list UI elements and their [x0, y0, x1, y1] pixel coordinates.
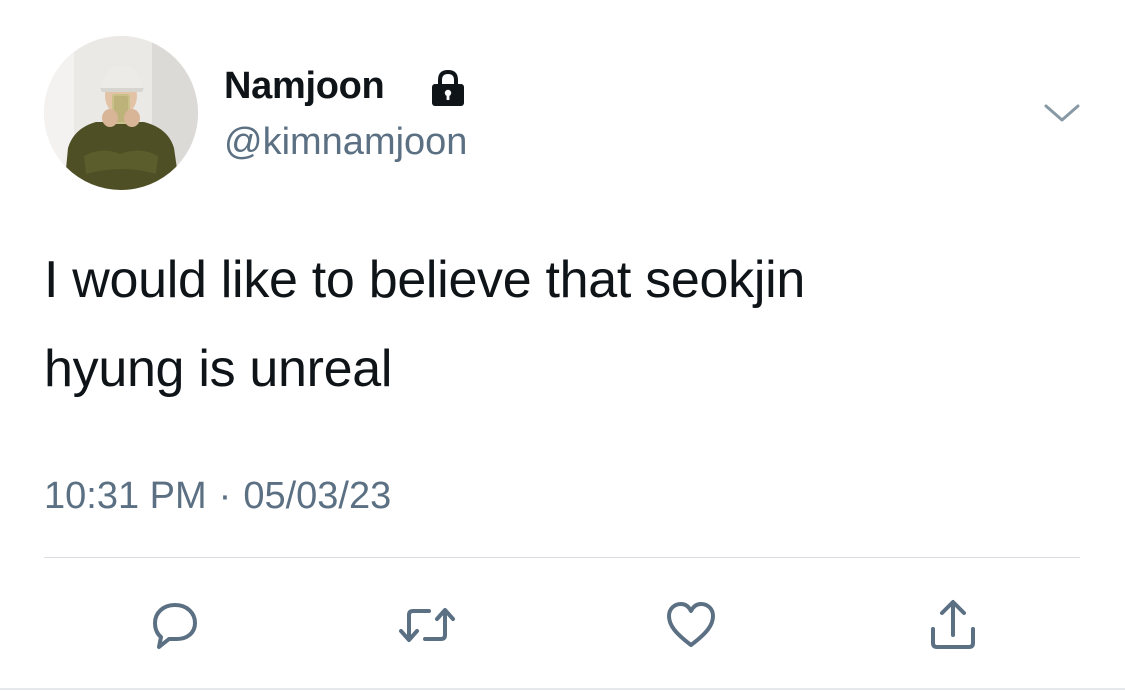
tweet-timestamp[interactable]: 10:31 PM · 05/03/23 [44, 472, 391, 520]
like-button[interactable] [656, 590, 726, 660]
retweet-icon [399, 608, 455, 642]
lock-icon [432, 69, 464, 106]
reply-icon [153, 603, 197, 649]
tweet-text-line-2: hyung is unreal [44, 340, 393, 398]
tweet-time: 10:31 PM [44, 475, 207, 517]
tweet-card: Namjoon @kimnamjoon I would like to beli… [0, 0, 1125, 691]
profile-photo [44, 36, 198, 190]
bottom-divider [0, 688, 1125, 690]
tweet-date: 05/03/23 [243, 475, 392, 517]
reply-button[interactable] [140, 590, 210, 660]
share-button[interactable] [918, 590, 988, 660]
chevron-down-icon[interactable] [1040, 96, 1084, 130]
meta-separator: · [218, 475, 232, 517]
tweet-text: I would like to believe that seokjin hyu… [44, 236, 1074, 414]
action-bar [0, 590, 1125, 660]
tweet-text-line-1: I would like to believe that seokjin [44, 251, 805, 309]
retweet-button[interactable] [392, 590, 462, 660]
avatar[interactable] [44, 36, 198, 190]
like-icon [667, 602, 715, 647]
user-handle[interactable]: @kimnamjoon [224, 118, 467, 166]
display-name[interactable]: Namjoon [224, 62, 385, 110]
divider [44, 557, 1080, 558]
share-icon [931, 600, 975, 649]
